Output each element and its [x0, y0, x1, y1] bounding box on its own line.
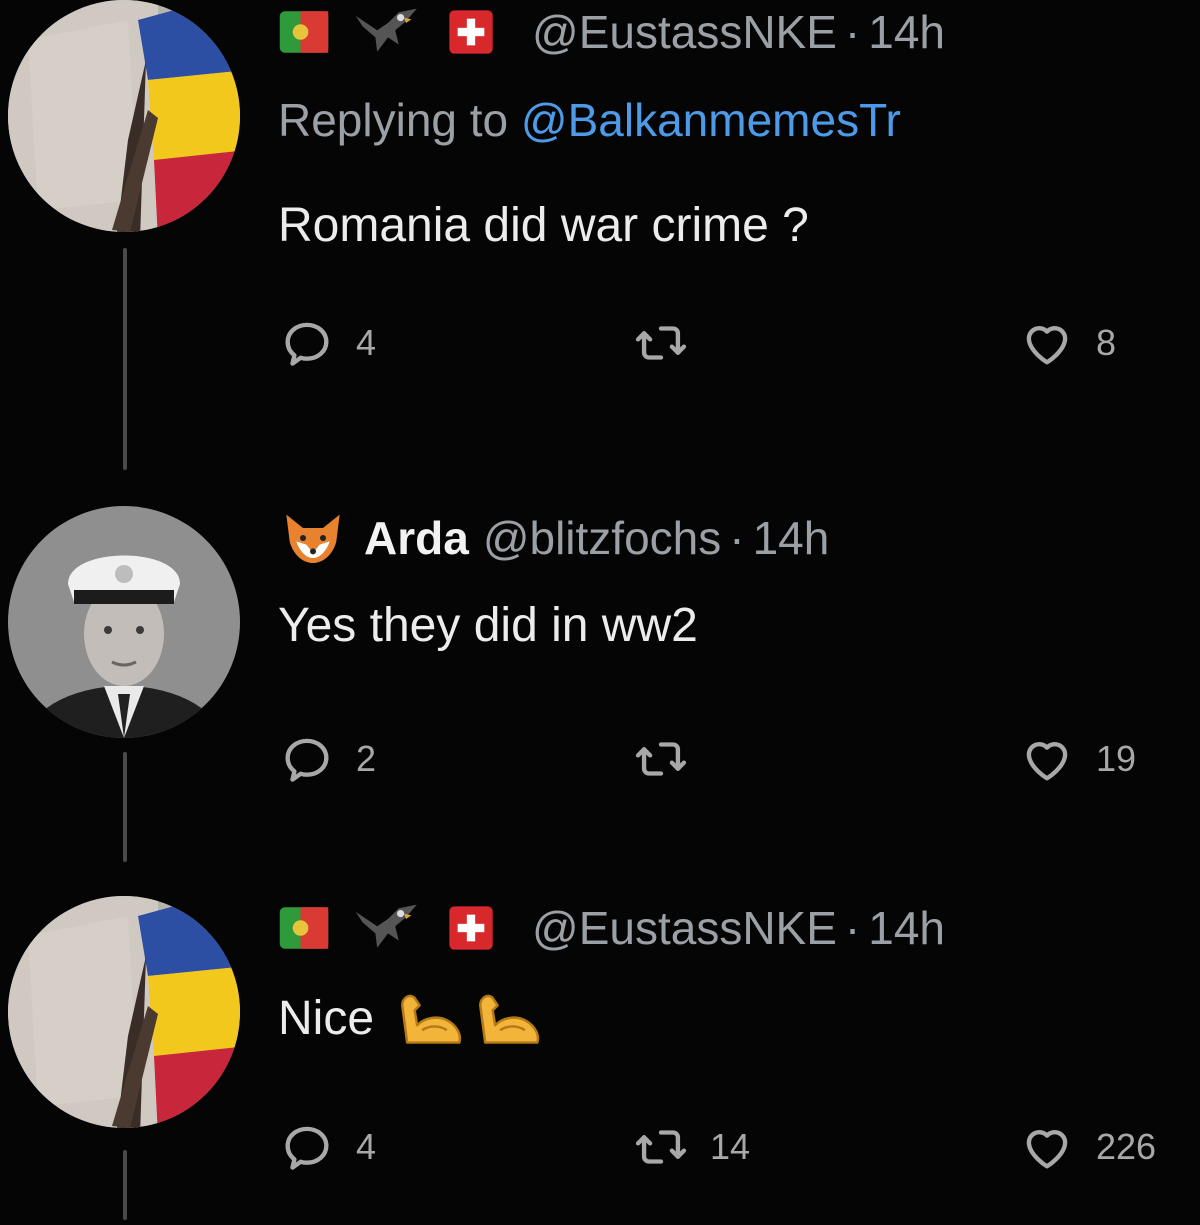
reply-button[interactable]: 4: [278, 314, 376, 372]
reply-button[interactable]: 2: [278, 730, 376, 788]
like-button[interactable]: 8: [1018, 314, 1116, 372]
portugal-flag-icon: [278, 902, 330, 954]
thread-connector-line: [123, 248, 127, 470]
separator-dot: ·: [729, 512, 745, 564]
eagle-icon: [352, 5, 424, 59]
user-handle[interactable]: @EustassNKE: [532, 900, 837, 956]
swiss-flag-icon: [446, 7, 496, 57]
tweet-actions: 4 14 226: [278, 1118, 1180, 1178]
avatar-image: [8, 896, 240, 1128]
heart-icon: [1018, 730, 1076, 788]
display-name-emojis: [278, 901, 496, 955]
reply-count: 4: [356, 1126, 377, 1167]
reply-count: 4: [356, 322, 377, 363]
heart-icon: [1018, 1118, 1076, 1176]
display-name-emojis: [278, 5, 496, 59]
like-count: 19: [1096, 738, 1137, 779]
reply-button[interactable]: 4: [278, 1118, 376, 1176]
eagle-icon: [352, 901, 424, 955]
timestamp[interactable]: 14h: [868, 900, 945, 956]
retweet-button[interactable]: [632, 730, 710, 788]
retweet-icon: [632, 314, 690, 372]
reply-icon: [278, 314, 336, 372]
retweet-icon: [632, 1118, 690, 1176]
avatar[interactable]: [8, 896, 240, 1128]
tweet-1[interactable]: @EustassNKE · 14h Replying to @Balkanmem…: [278, 4, 1180, 374]
user-handle[interactable]: @EustassNKE: [532, 4, 837, 60]
avatar-image: [8, 0, 240, 232]
retweet-button[interactable]: 14: [632, 1118, 750, 1176]
tweet-2[interactable]: Arda @blitzfochs · 14h Yes they did in w…: [278, 508, 1180, 790]
separator-dot: ·: [844, 6, 861, 58]
timestamp[interactable]: 14h: [868, 4, 945, 60]
replying-to-link[interactable]: @BalkanmemesTr: [521, 94, 901, 146]
avatar-image: [8, 506, 240, 738]
separator-dot: ·: [844, 902, 861, 954]
replying-to-label: Replying to: [278, 94, 509, 146]
tweet-text: Romania did war crime ?: [278, 199, 809, 252]
display-name[interactable]: Arda: [364, 510, 469, 566]
replying-to-line: Replying to @BalkanmemesTr: [278, 92, 1180, 148]
tweet-header: Arda @blitzfochs · 14h: [278, 508, 1180, 568]
like-button[interactable]: 19: [1018, 730, 1136, 788]
reply-count: 2: [356, 738, 377, 779]
fox-icon: [278, 508, 348, 568]
avatar[interactable]: [8, 0, 240, 232]
swiss-flag-icon: [446, 903, 496, 953]
tweet-text: Nice: [278, 992, 375, 1045]
retweet-icon: [632, 730, 690, 788]
portugal-flag-icon: [278, 6, 330, 58]
tweet-header: @EustassNKE · 14h: [278, 900, 1180, 956]
tweet-text: Yes they did in ww2: [278, 599, 698, 652]
like-count: 226: [1096, 1126, 1157, 1167]
tweet-header: @EustassNKE · 14h: [278, 4, 1180, 60]
flexed-biceps-icon: [394, 988, 470, 1050]
flexed-biceps-icon: [472, 988, 548, 1050]
avatar[interactable]: [8, 506, 240, 738]
reply-icon: [278, 1118, 336, 1176]
timestamp[interactable]: 14h: [753, 510, 830, 566]
tweet-text-row: Nice: [278, 988, 1180, 1050]
tweet-3[interactable]: @EustassNKE · 14h Nice 4 14 226: [278, 900, 1180, 1178]
retweet-button[interactable]: [632, 314, 710, 372]
like-count: 8: [1096, 322, 1117, 363]
thread-connector-line: [123, 1150, 127, 1220]
tweet-actions: 4 8: [278, 314, 1180, 374]
retweet-count: 14: [710, 1126, 751, 1167]
tweet-actions: 2 19: [278, 730, 1180, 790]
heart-icon: [1018, 314, 1076, 372]
reply-icon: [278, 730, 336, 788]
like-button[interactable]: 226: [1018, 1118, 1156, 1176]
user-handle[interactable]: @blitzfochs: [483, 510, 721, 566]
thread-connector-line: [123, 752, 127, 862]
